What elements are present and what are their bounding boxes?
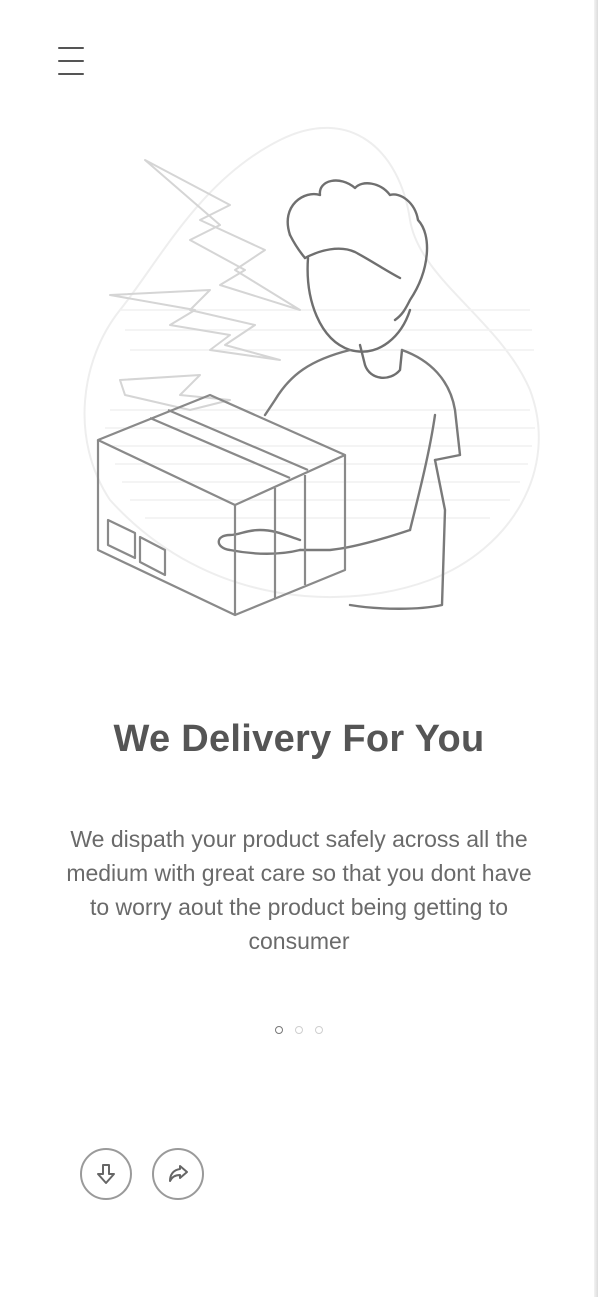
hamburger-menu-icon[interactable] bbox=[56, 44, 88, 80]
carousel-pager bbox=[0, 1026, 598, 1038]
page-description: We dispath your product safely across al… bbox=[66, 826, 532, 954]
menu-line bbox=[58, 47, 84, 49]
menu-line bbox=[58, 60, 84, 62]
menu-line bbox=[58, 73, 84, 75]
screen-edge bbox=[594, 0, 598, 1297]
pager-dot-3[interactable] bbox=[315, 1026, 323, 1034]
pager-dot-1[interactable] bbox=[275, 1026, 283, 1034]
background-blob bbox=[83, 127, 540, 599]
pager-dot-2[interactable] bbox=[295, 1026, 303, 1034]
share-arrow-icon bbox=[169, 1165, 188, 1182]
page-title: We Delivery For You bbox=[113, 718, 485, 760]
delivery-illustration bbox=[83, 127, 540, 617]
download-arrow-icon bbox=[97, 1164, 115, 1184]
share-button[interactable] bbox=[152, 1148, 204, 1200]
download-button[interactable] bbox=[80, 1148, 132, 1200]
